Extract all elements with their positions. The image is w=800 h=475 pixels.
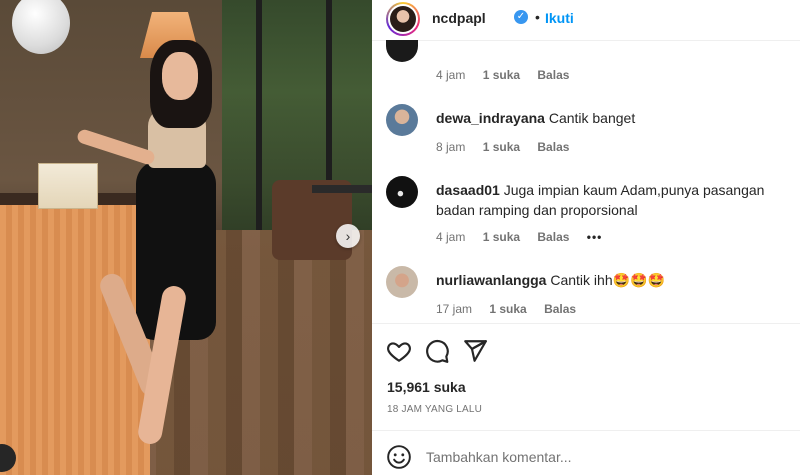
comment-likes[interactable]: 1 suka bbox=[483, 140, 520, 154]
commenter-avatar[interactable] bbox=[386, 266, 418, 298]
reply-button[interactable]: Balas bbox=[537, 230, 569, 244]
photo-table bbox=[312, 185, 372, 193]
comment-body: Cantik ihh🤩🤩🤩 bbox=[550, 272, 665, 288]
photo-model-arm bbox=[75, 127, 157, 167]
verified-icon: ✓ bbox=[514, 10, 528, 24]
photo-product-box bbox=[38, 163, 98, 209]
comment-time: 4 jam bbox=[436, 68, 466, 82]
separator-dot: • bbox=[535, 9, 540, 25]
follow-button[interactable]: Ikuti bbox=[545, 10, 574, 26]
heart-icon[interactable] bbox=[386, 338, 412, 364]
comment-time: 8 jam bbox=[436, 140, 466, 154]
comment-text: dewa_indrayana Cantik banget bbox=[436, 108, 786, 128]
reply-button[interactable]: Balas bbox=[537, 140, 569, 154]
divider bbox=[372, 323, 800, 324]
share-icon[interactable] bbox=[462, 338, 488, 364]
comment-meta: 17 jam 1 suka Balas bbox=[436, 302, 590, 316]
comment-icon[interactable] bbox=[424, 338, 450, 364]
comment-time: 4 jam bbox=[436, 230, 466, 244]
comment-meta: 8 jam 1 suka Balas bbox=[436, 140, 583, 154]
comment-meta: 4 jam 1 suka Balas bbox=[436, 68, 583, 82]
add-comment-input[interactable] bbox=[426, 446, 786, 468]
author-username[interactable]: ncdpapl bbox=[432, 10, 486, 26]
reply-button[interactable]: Balas bbox=[544, 302, 576, 316]
comment-text: dasaad01 Juga impian kaum Adam,punya pas… bbox=[436, 180, 786, 220]
commenter-username[interactable]: dasaad01 bbox=[436, 182, 500, 198]
post-timestamp: 18 JAM YANG LALU bbox=[387, 404, 483, 415]
post-header: ncdpapl ✓ • Ikuti bbox=[372, 0, 800, 41]
comment-body: Cantik banget bbox=[548, 110, 636, 126]
likes-count[interactable]: 15,961 suka bbox=[387, 379, 466, 395]
commenter-avatar[interactable] bbox=[386, 176, 418, 208]
comment-likes[interactable]: 1 suka bbox=[483, 230, 520, 244]
next-photo-button[interactable]: › bbox=[336, 224, 360, 248]
photo-lamp-globe bbox=[12, 0, 70, 54]
comment-time: 17 jam bbox=[436, 302, 473, 316]
commenter-avatar[interactable] bbox=[386, 104, 418, 136]
reply-button[interactable]: Balas bbox=[537, 68, 569, 82]
divider bbox=[372, 430, 800, 431]
commenter-username[interactable]: nurliawanlangga bbox=[436, 272, 546, 288]
more-options-icon[interactable]: ••• bbox=[587, 230, 603, 244]
comments-panel: ncdpapl ✓ • Ikuti 4 jam 1 suka Balas dew… bbox=[372, 0, 800, 475]
photo-window-frame bbox=[256, 0, 262, 230]
commenter-avatar[interactable] bbox=[386, 40, 418, 62]
comment-likes[interactable]: 1 suka bbox=[489, 302, 526, 316]
commenter-username[interactable]: dewa_indrayana bbox=[436, 110, 545, 126]
comment-likes[interactable]: 1 suka bbox=[483, 68, 520, 82]
post-photo[interactable]: › bbox=[0, 0, 372, 475]
comment-meta: 4 jam 1 suka Balas ••• bbox=[436, 230, 616, 244]
emoji-icon[interactable] bbox=[386, 444, 412, 470]
photo-model-face bbox=[162, 52, 198, 100]
comment-text: nurliawanlangga Cantik ihh🤩🤩🤩 bbox=[436, 270, 786, 290]
author-avatar[interactable] bbox=[386, 2, 420, 36]
